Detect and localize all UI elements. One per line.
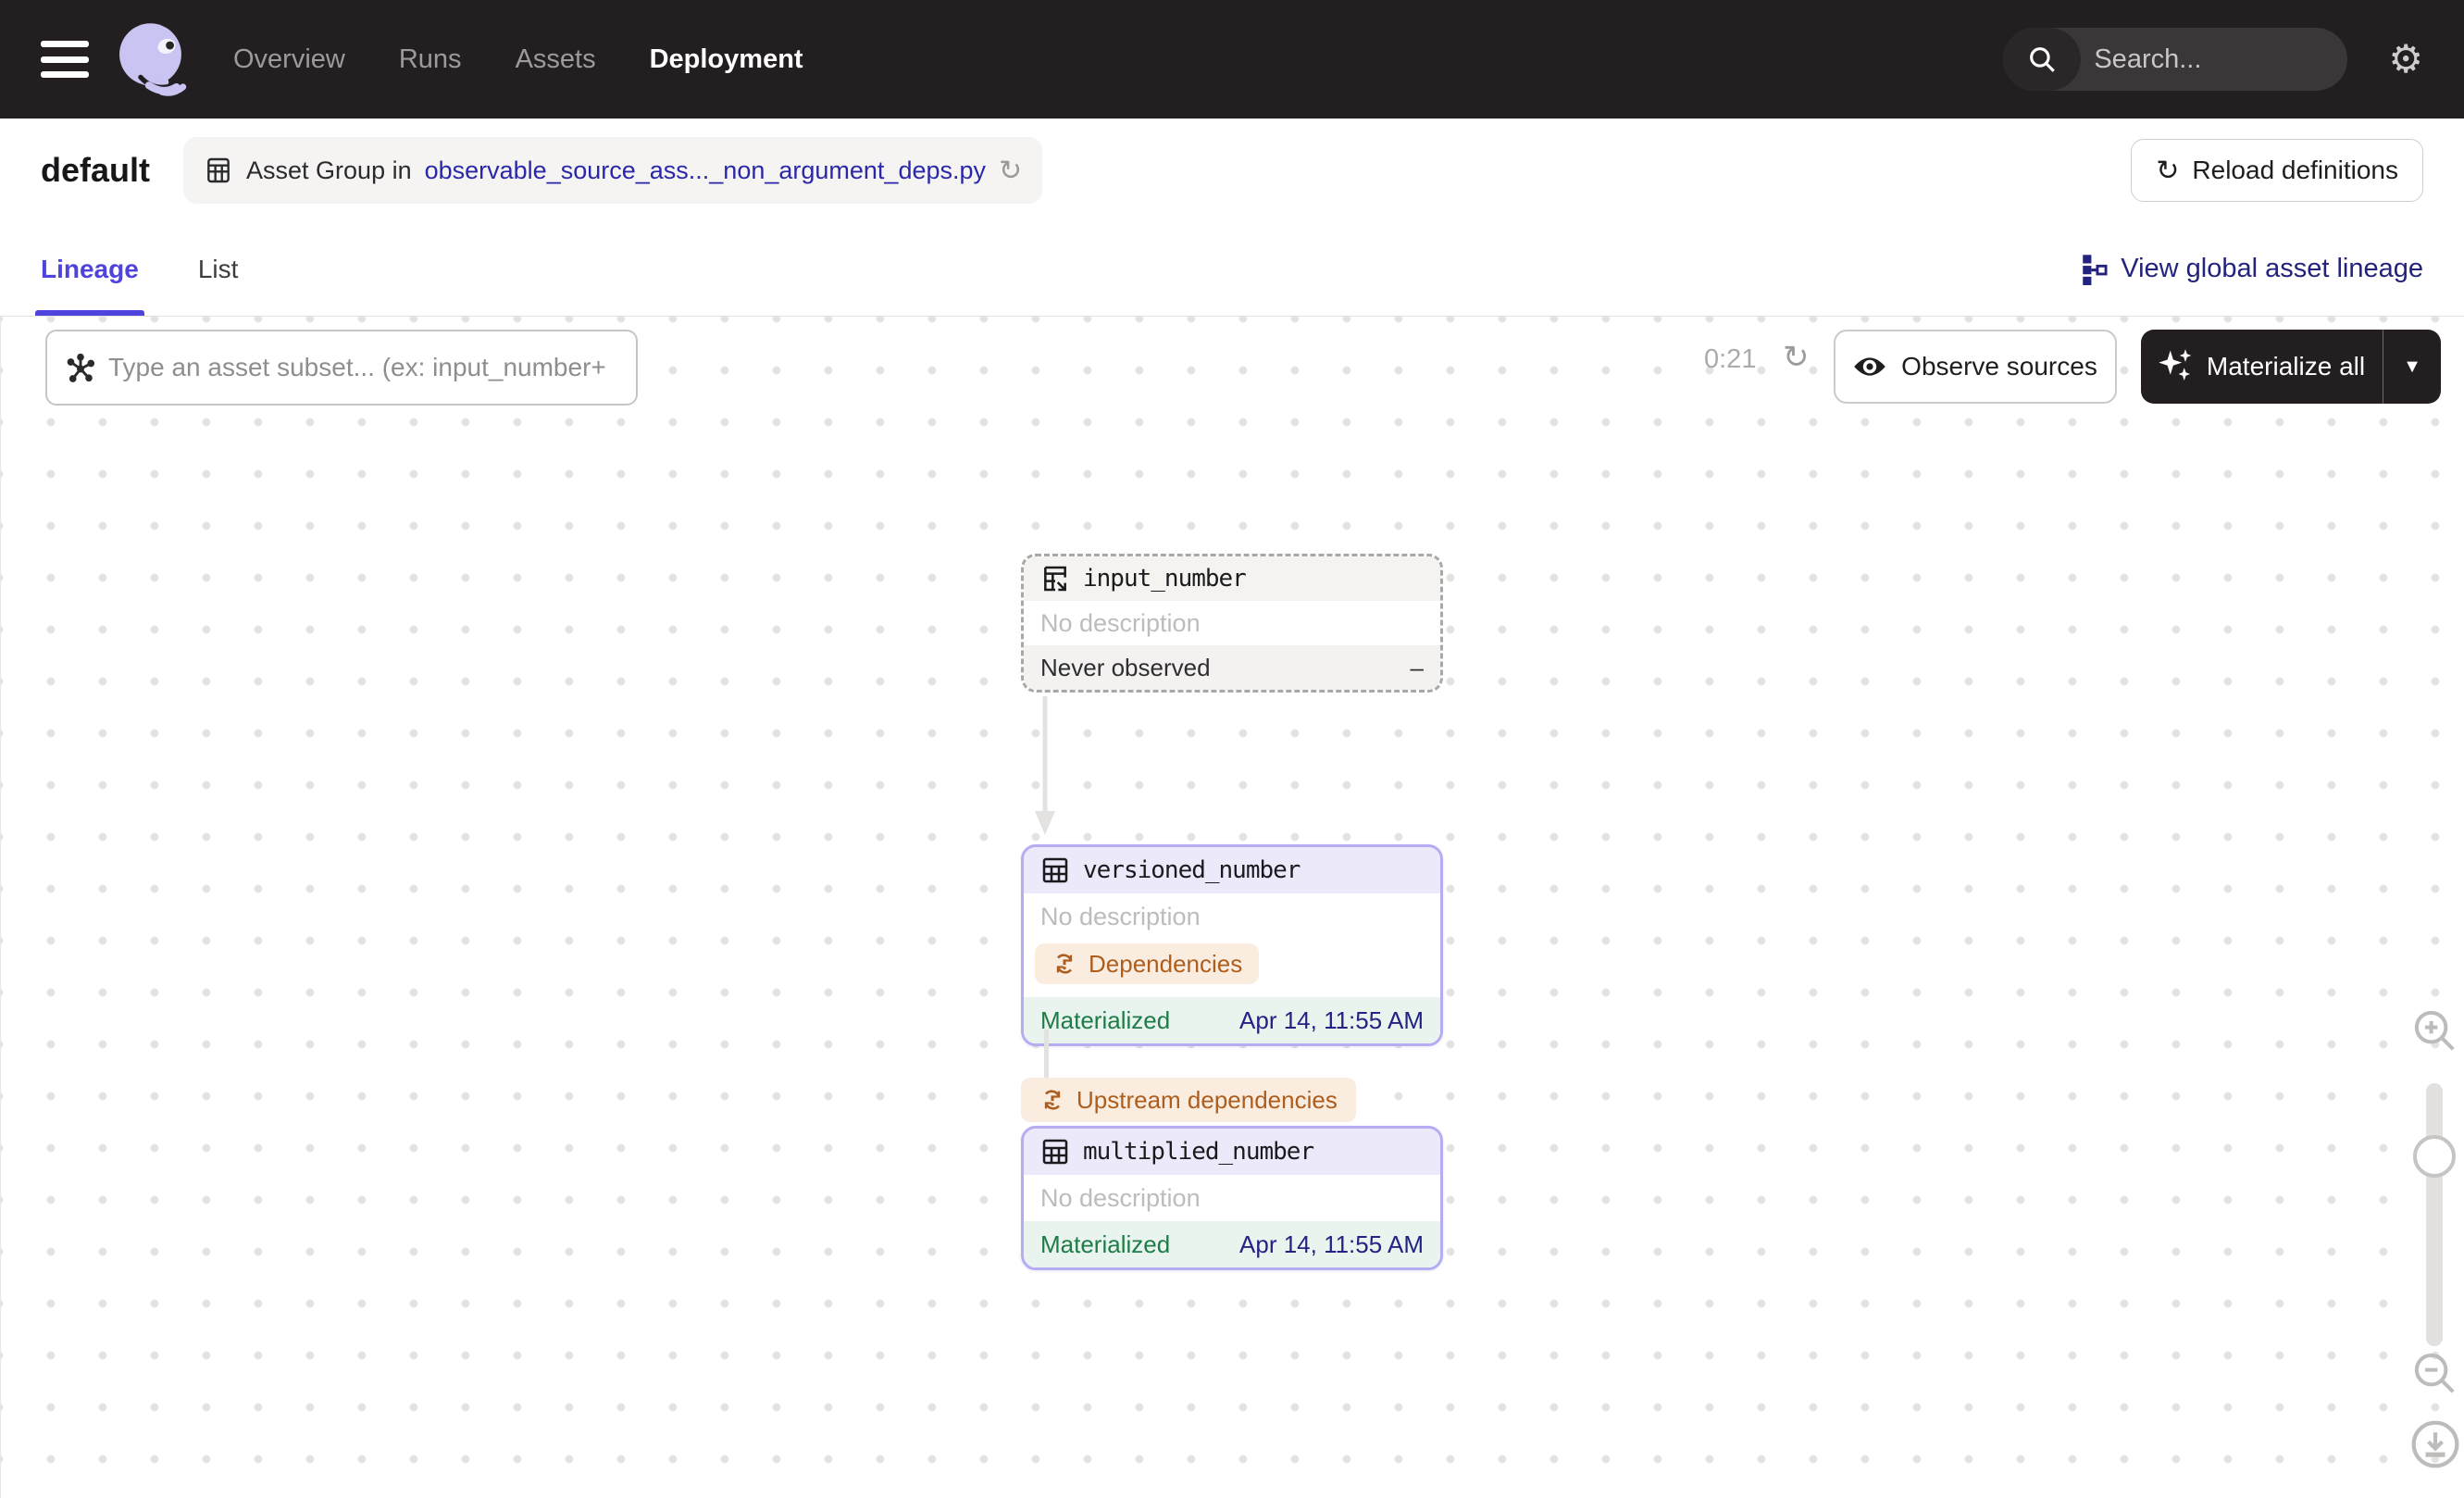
dependencies-tag-label: Dependencies bbox=[1089, 949, 1243, 978]
settings-gear-icon[interactable]: ⚙ bbox=[2388, 40, 2423, 79]
reload-icon: ↻ bbox=[2156, 155, 2180, 186]
asset-node-multiplied-number[interactable]: multiplied_number No description Materia… bbox=[1021, 1126, 1443, 1270]
tab-list[interactable]: List bbox=[198, 222, 239, 316]
asset-lineage-canvas[interactable]: 0:21 ↻ Observe sources Materialize all ▼ bbox=[0, 317, 2464, 1498]
top-navbar: Overview Runs Assets Deployment / ⚙ bbox=[0, 0, 2464, 119]
reload-definitions-label: Reload definitions bbox=[2192, 156, 2398, 184]
asset-status-value: Apr 14, 11:55 AM bbox=[1239, 1230, 1424, 1258]
asset-status: Materialized bbox=[1040, 1230, 1171, 1258]
zoom-in-icon[interactable] bbox=[2409, 1005, 2459, 1055]
upstream-dependencies-tag[interactable]: Upstream dependencies bbox=[1021, 1078, 1356, 1122]
search-input[interactable] bbox=[2081, 44, 2348, 75]
materialize-options-caret[interactable]: ▼ bbox=[2383, 356, 2441, 378]
refresh-countdown: 0:21 bbox=[1704, 344, 1757, 374]
table-icon bbox=[1042, 1139, 1068, 1165]
observable-table-icon bbox=[1044, 566, 1066, 592]
nav-link-overview[interactable]: Overview bbox=[233, 44, 345, 75]
observe-sources-button[interactable]: Observe sources bbox=[1834, 330, 2117, 404]
asset-node-input-number[interactable]: input_number No description Never observ… bbox=[1021, 554, 1443, 693]
dagster-logo[interactable] bbox=[113, 17, 194, 102]
materialize-all-button[interactable]: Materialize all ▼ bbox=[2141, 330, 2441, 404]
asset-name: input_number bbox=[1083, 565, 1247, 593]
reload-location-icon[interactable]: ↻ bbox=[999, 155, 1022, 187]
sparkles-icon bbox=[2159, 349, 2192, 381]
refresh-icon[interactable]: ↻ bbox=[1783, 339, 1810, 376]
sync-warning-icon bbox=[1056, 954, 1073, 974]
search-icon bbox=[2003, 28, 2082, 91]
view-global-asset-lineage-link[interactable]: View global asset lineage bbox=[2080, 254, 2423, 285]
asset-description: No description bbox=[1024, 601, 1440, 645]
asset-status: Never observed bbox=[1040, 653, 1211, 681]
asset-group-icon bbox=[207, 157, 230, 183]
asset-node-versioned-number[interactable]: versioned_number No description Dependen… bbox=[1021, 844, 1443, 1046]
lineage-graph-icon bbox=[2083, 254, 2108, 285]
upstream-dependencies-label: Upstream dependencies bbox=[1076, 1085, 1338, 1114]
table-icon bbox=[1042, 857, 1068, 883]
observe-sources-label: Observe sources bbox=[1901, 352, 2097, 381]
asset-description: No description bbox=[1024, 893, 1440, 940]
reload-definitions-button[interactable]: ↻ Reload definitions bbox=[2131, 139, 2423, 202]
edge-input-to-versioned bbox=[1035, 696, 1055, 835]
nav-link-deployment[interactable]: Deployment bbox=[650, 44, 803, 75]
dependencies-warning-tag[interactable]: Dependencies bbox=[1035, 943, 1260, 984]
asset-status: Materialized bbox=[1040, 1005, 1171, 1034]
asset-name: multiplied_number bbox=[1083, 1138, 1314, 1166]
hamburger-menu-icon[interactable] bbox=[41, 41, 89, 78]
view-global-asset-lineage-label: View global asset lineage bbox=[2121, 254, 2423, 283]
asset-name: versioned_number bbox=[1083, 856, 1300, 884]
zoom-out-icon[interactable] bbox=[2409, 1348, 2459, 1398]
breadcrumb-file-link[interactable]: observable_source_ass..._non_argument_de… bbox=[425, 156, 986, 185]
eye-icon bbox=[1854, 357, 1885, 376]
asset-description: No description bbox=[1024, 1175, 1440, 1221]
download-image-icon[interactable] bbox=[2409, 1418, 2461, 1470]
asset-subset-input[interactable] bbox=[108, 353, 619, 382]
materialize-all-label: Materialize all bbox=[2206, 352, 2366, 381]
asset-group-breadcrumb: Asset Group in observable_source_ass..._… bbox=[183, 137, 1043, 204]
global-search[interactable]: / bbox=[2003, 28, 2348, 91]
asset-subset-filter[interactable] bbox=[45, 330, 638, 406]
nav-link-assets[interactable]: Assets bbox=[516, 44, 596, 75]
edge-versioned-to-multiplied bbox=[1044, 1030, 1049, 1081]
page-title: default bbox=[41, 151, 151, 189]
sync-warning-icon bbox=[1044, 1090, 1061, 1110]
view-tabs-row: Lineage List View global asset lineage bbox=[0, 222, 2464, 317]
breadcrumb-prefix: Asset Group in bbox=[246, 156, 412, 184]
nav-link-runs[interactable]: Runs bbox=[399, 44, 462, 75]
asset-status-value: Apr 14, 11:55 AM bbox=[1239, 1005, 1424, 1034]
primary-nav: Overview Runs Assets Deployment bbox=[233, 44, 803, 75]
page-header: default Asset Group in observable_source… bbox=[0, 119, 2464, 222]
asset-status-value: – bbox=[1410, 653, 1424, 681]
asset-selection-icon bbox=[67, 353, 95, 382]
tab-lineage[interactable]: Lineage bbox=[35, 222, 144, 316]
zoom-slider-track[interactable] bbox=[2426, 1083, 2443, 1346]
zoom-slider-knob[interactable] bbox=[2413, 1135, 2456, 1178]
